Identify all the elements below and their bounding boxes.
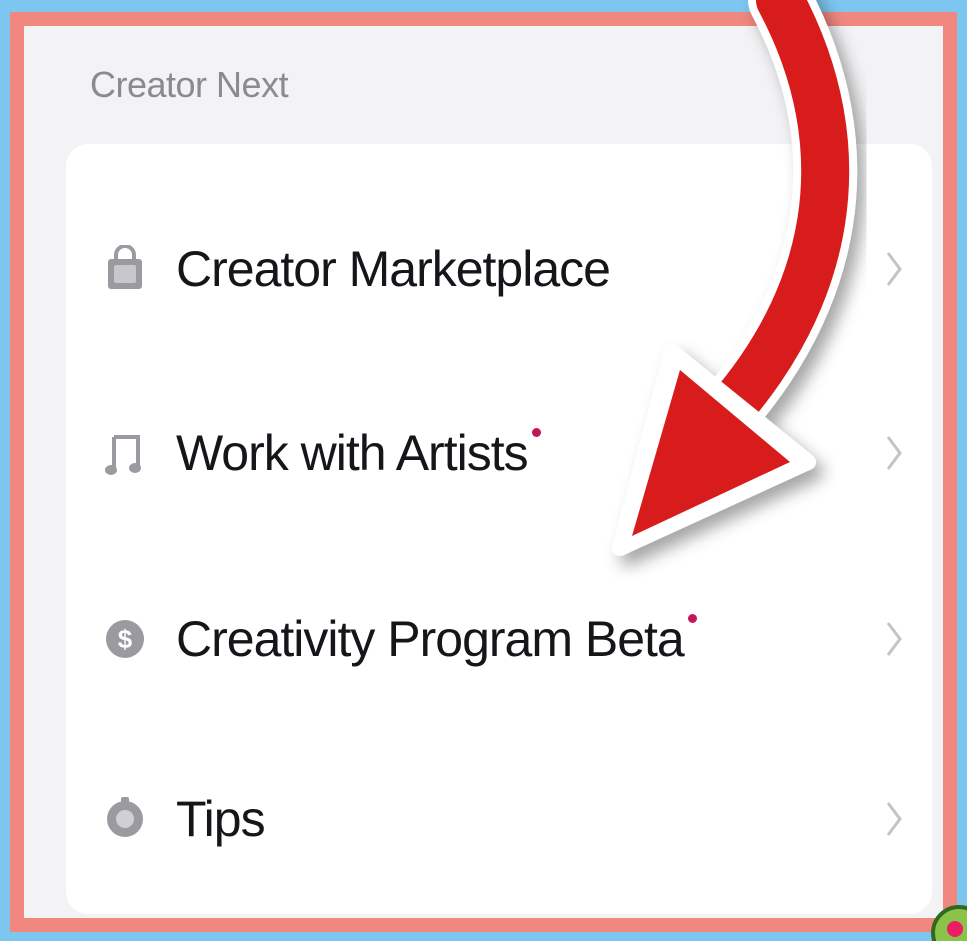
menu-item-label: Creator Marketplace: [176, 241, 611, 297]
chevron-right-icon: [886, 436, 902, 470]
menu-item-creativity-program-beta[interactable]: $ Creativity Program Beta: [66, 564, 932, 714]
lightbulb-icon: [107, 797, 143, 837]
music-note-icon: [105, 435, 141, 475]
svg-text:$: $: [118, 624, 133, 654]
chevron-right-icon: [886, 802, 902, 836]
creator-next-menu: Creator Marketplace Work with Artists $: [66, 144, 932, 914]
menu-item-work-with-artists[interactable]: Work with Artists: [66, 378, 932, 528]
menu-item-label: Work with Artists: [176, 424, 541, 482]
notification-dot: [531, 428, 541, 437]
screenshot-frame: Creator Next Creator Marketplace Work wi…: [10, 12, 957, 932]
menu-item-creator-marketplace[interactable]: Creator Marketplace: [66, 194, 932, 344]
chevron-right-icon: [886, 252, 902, 286]
menu-item-label: Tips: [176, 791, 266, 847]
dollar-coin-icon: $: [106, 620, 144, 658]
section-title: Creator Next: [90, 64, 289, 105]
menu-item-label: Creativity Program Beta: [176, 610, 697, 668]
corner-sticker-icon: [931, 905, 967, 941]
menu-item-tips[interactable]: Tips: [66, 744, 932, 894]
notification-dot: [687, 614, 697, 623]
shopping-bag-icon: [108, 245, 142, 289]
chevron-right-icon: [886, 622, 902, 656]
